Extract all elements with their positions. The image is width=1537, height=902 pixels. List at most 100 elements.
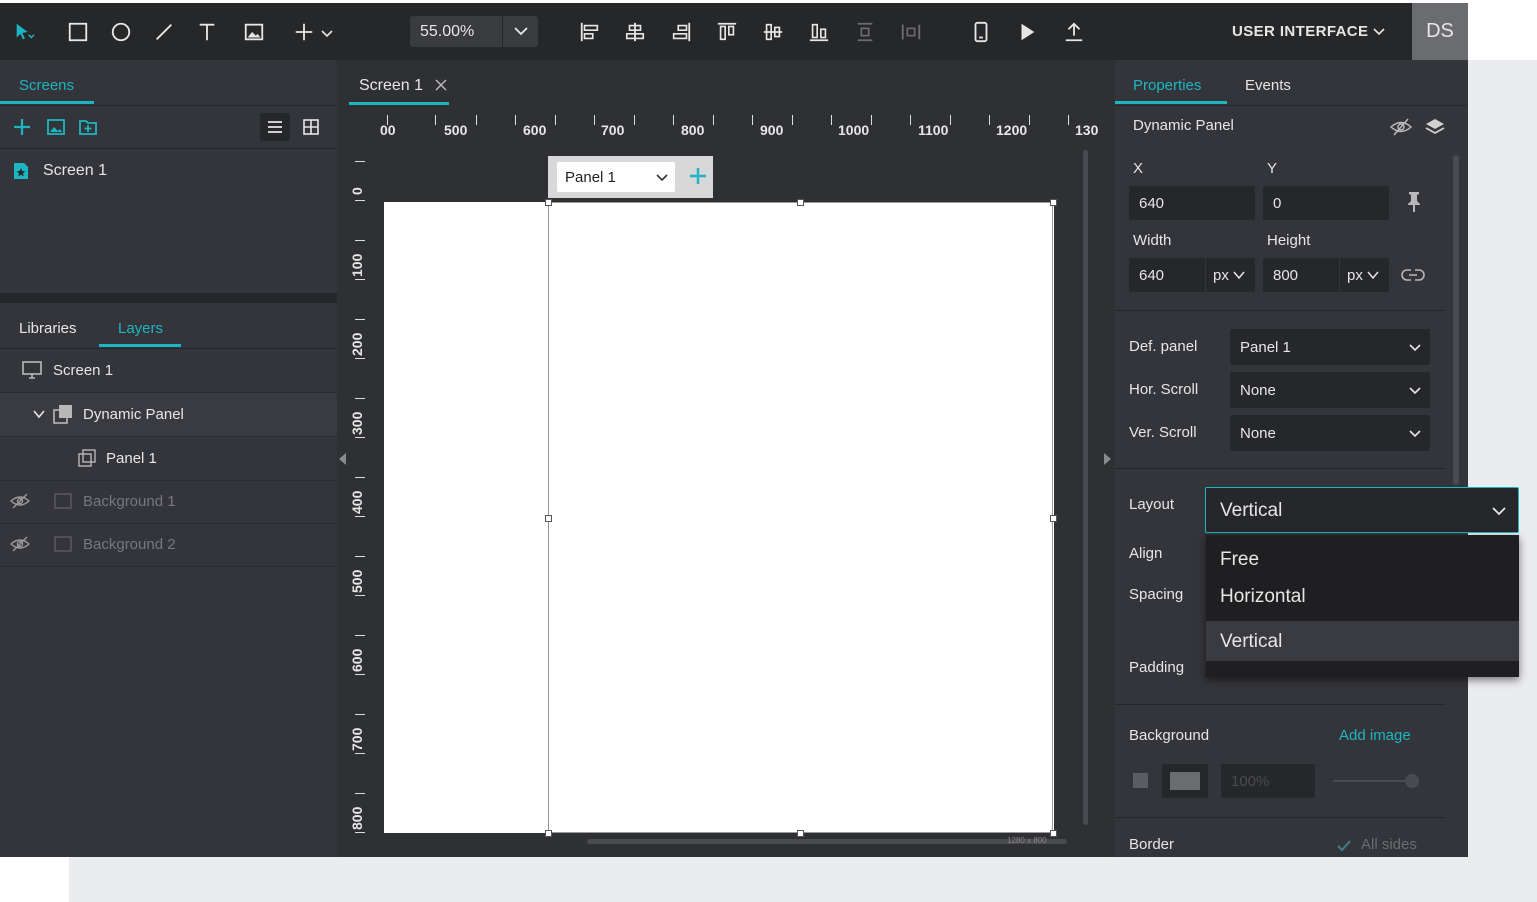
ruler-label: 1100: [918, 122, 949, 138]
resize-handle[interactable]: [545, 515, 552, 522]
hidden-eye-icon[interactable]: [10, 493, 30, 509]
visibility-off-icon[interactable]: [1390, 117, 1412, 137]
resize-handle[interactable]: [797, 199, 804, 206]
chevron-down-icon[interactable]: [1408, 427, 1422, 441]
align-right-icon[interactable]: [669, 20, 693, 44]
opacity-slider-track[interactable]: [1333, 780, 1415, 782]
list-view-button[interactable]: [260, 113, 290, 141]
hor-scroll-select[interactable]: None: [1230, 372, 1430, 408]
chevron-down-icon[interactable]: [1367, 270, 1379, 280]
layers-tab-bar: Libraries Layers: [0, 303, 337, 349]
add-screen-icon[interactable]: [12, 117, 32, 137]
layers-icon[interactable]: [1425, 117, 1445, 137]
rectangle-tool-icon[interactable]: [66, 20, 90, 44]
screens-tab-bar: Screens: [0, 60, 337, 106]
add-image-screen-icon[interactable]: [46, 117, 66, 137]
device-preview-icon[interactable]: [969, 20, 993, 44]
layout-option-free[interactable]: Free: [1206, 539, 1519, 579]
all-sides-label[interactable]: All sides: [1361, 836, 1417, 853]
align-middle-icon[interactable]: [761, 20, 785, 44]
image-tool-icon[interactable]: [242, 20, 266, 44]
chevron-down-icon[interactable]: [1408, 384, 1422, 398]
screen-list-item[interactable]: Screen 1: [0, 154, 337, 188]
add-image-link[interactable]: Add image: [1339, 727, 1411, 744]
panel-divider: [0, 293, 337, 303]
layer-item-background-2[interactable]: Background 2: [0, 523, 337, 567]
ellipse-tool-icon[interactable]: [109, 20, 133, 44]
collapse-right-icon[interactable]: [1104, 453, 1111, 465]
tab-screens[interactable]: Screens: [19, 77, 74, 94]
layer-item-background-1[interactable]: Background 1: [0, 480, 337, 524]
chevron-down-icon[interactable]: [1233, 270, 1245, 280]
share-icon[interactable]: [1062, 20, 1086, 44]
align-left-icon[interactable]: [578, 20, 602, 44]
height-unit[interactable]: px: [1347, 267, 1363, 284]
hor-scroll-label: Hor. Scroll: [1129, 381, 1199, 398]
play-icon[interactable]: [1015, 20, 1039, 44]
x-input[interactable]: 640: [1129, 186, 1255, 220]
ruler-tick: [752, 115, 753, 125]
link-icon[interactable]: [1401, 267, 1425, 283]
add-widget-icon[interactable]: [292, 20, 316, 44]
hidden-eye-icon[interactable]: [10, 536, 30, 552]
chevron-down-icon[interactable]: [1408, 341, 1422, 355]
width-input[interactable]: 640 px: [1129, 258, 1255, 292]
resize-handle[interactable]: [1050, 515, 1057, 522]
tab-layers[interactable]: Layers: [118, 320, 163, 337]
chevron-down-icon[interactable]: [1490, 502, 1508, 520]
tab-libraries[interactable]: Libraries: [19, 320, 77, 337]
close-icon[interactable]: [434, 78, 448, 92]
chevron-down-icon[interactable]: [320, 27, 334, 41]
panel-select[interactable]: Panel 1: [557, 162, 675, 192]
layout-option-vertical[interactable]: Vertical: [1206, 621, 1519, 661]
align-bottom-icon[interactable]: [807, 20, 831, 44]
tab-events[interactable]: Events: [1245, 77, 1291, 94]
pin-icon[interactable]: [1404, 191, 1424, 213]
document-tab[interactable]: Screen 1: [349, 60, 449, 105]
resize-handle[interactable]: [1050, 830, 1057, 837]
background-checkbox[interactable]: [1133, 773, 1148, 788]
add-panel-icon[interactable]: [688, 166, 708, 186]
resize-handle[interactable]: [545, 199, 552, 206]
chevron-down-icon[interactable]: [655, 171, 669, 185]
resize-handle[interactable]: [797, 830, 804, 837]
def-panel-select[interactable]: Panel 1: [1230, 329, 1430, 365]
distribute-vertical-icon[interactable]: [853, 20, 877, 44]
height-input[interactable]: 800 px: [1263, 258, 1389, 292]
layer-item-screen[interactable]: Screen 1: [0, 349, 337, 393]
vertical-scrollbar[interactable]: [1083, 150, 1088, 825]
layer-item-dynamic-panel[interactable]: Dynamic Panel: [0, 393, 337, 437]
chevron-down-icon[interactable]: [33, 409, 45, 419]
chevron-down-icon[interactable]: [1372, 25, 1386, 39]
dynamic-panel-selection[interactable]: [548, 202, 1053, 833]
width-unit[interactable]: px: [1213, 267, 1229, 284]
add-folder-icon[interactable]: [78, 117, 98, 137]
chevron-down-icon[interactable]: [512, 22, 530, 40]
y-input[interactable]: 0: [1263, 186, 1389, 220]
resize-handle[interactable]: [545, 830, 552, 837]
ver-scroll-select[interactable]: None: [1230, 415, 1430, 451]
text-tool-icon[interactable]: [195, 20, 219, 44]
align-center-icon[interactable]: [623, 20, 647, 44]
grid-view-button[interactable]: [296, 113, 326, 141]
distribute-horizontal-icon[interactable]: [899, 20, 923, 44]
check-icon[interactable]: [1336, 839, 1352, 853]
line-tool-icon[interactable]: [152, 20, 176, 44]
select-tool-icon[interactable]: [12, 20, 36, 44]
avatar[interactable]: DS: [1412, 3, 1468, 60]
layer-item-panel[interactable]: Panel 1: [0, 437, 337, 481]
color-swatch[interactable]: [1162, 764, 1208, 798]
zoom-dropdown[interactable]: 55.00%: [410, 16, 538, 47]
properties-scrollbar[interactable]: [1453, 155, 1459, 485]
project-name[interactable]: USER INTERFACE: [1232, 23, 1368, 40]
resize-handle[interactable]: [1050, 199, 1057, 206]
tab-properties[interactable]: Properties: [1133, 77, 1201, 94]
opacity-slider-thumb[interactable]: [1405, 774, 1419, 788]
collapse-left-icon[interactable]: [339, 453, 346, 465]
align-top-icon[interactable]: [715, 20, 739, 44]
opacity-input[interactable]: 100%: [1221, 764, 1315, 798]
layout-option-horizontal[interactable]: Horizontal: [1206, 576, 1519, 616]
border-label: Border: [1129, 836, 1175, 853]
layout-select[interactable]: Vertical: [1205, 487, 1519, 533]
horizontal-scrollbar[interactable]: [587, 839, 1067, 844]
